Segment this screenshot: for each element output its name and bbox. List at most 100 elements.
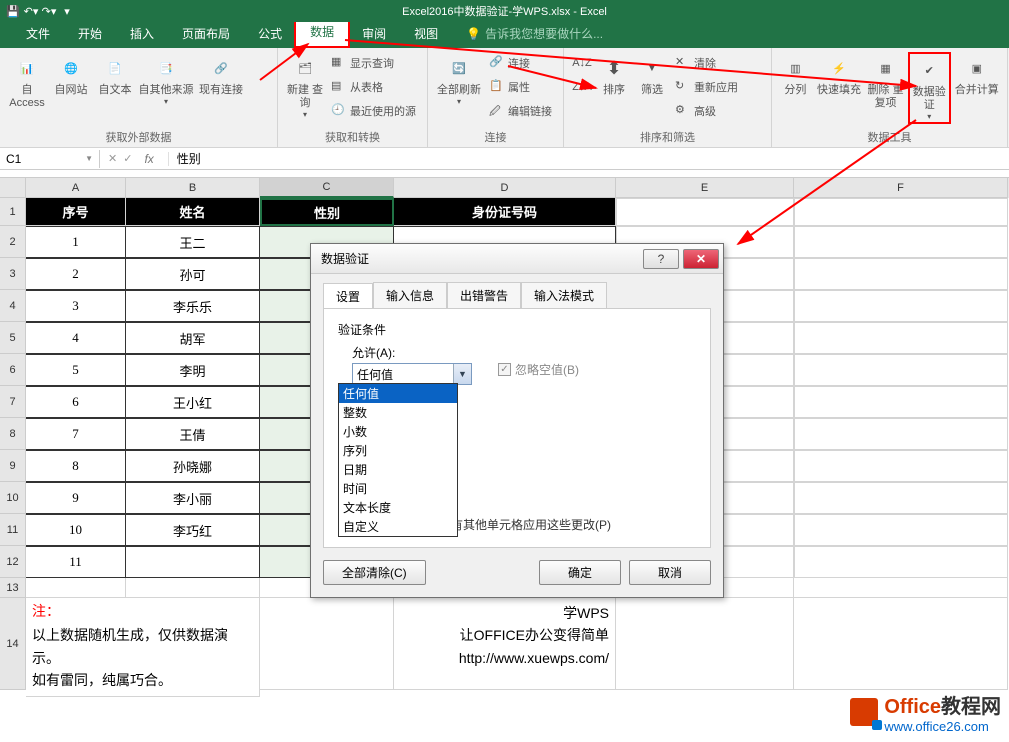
enter-formula-icon[interactable]: ✓ [123,152,132,165]
ignore-blank-checkbox[interactable]: ✓ 忽略空值(B) [498,361,579,378]
from-web-button[interactable]: 🌐自网站 [50,52,92,97]
row-header[interactable]: 11 [0,514,26,546]
cell[interactable]: 序号 [26,198,126,226]
save-icon[interactable]: 💾 [6,4,20,18]
cell[interactable] [260,598,394,690]
cell[interactable] [126,546,260,578]
edit-links-button[interactable]: 🖉编辑链接 [486,100,555,122]
dropdown-option[interactable]: 文本长度 [339,498,457,517]
cell[interactable]: 孙可 [126,258,260,290]
show-queries-button[interactable]: ▦显示查询 [328,52,419,74]
cell[interactable]: 胡军 [126,322,260,354]
row-header[interactable]: 9 [0,450,26,482]
cell[interactable]: 王小红 [126,386,260,418]
help-button[interactable]: ? [643,249,679,269]
allow-combobox[interactable]: 任何值 ▼ [352,363,472,385]
cell[interactable] [794,482,1008,514]
dropdown-option[interactable]: 日期 [339,460,457,479]
cell[interactable]: 4 [26,322,126,354]
qat-dropdown-icon[interactable]: ▾ [60,4,74,18]
cell[interactable] [794,578,1008,598]
recent-sources-button[interactable]: 🕘最近使用的源 [328,100,419,122]
row-header[interactable]: 3 [0,258,26,290]
row-header[interactable]: 10 [0,482,26,514]
cell[interactable]: 1 [26,226,126,258]
cell[interactable]: 身份证号码 [394,198,616,226]
cell[interactable]: 李乐乐 [126,290,260,322]
col-header[interactable]: E [616,178,794,198]
sort-za-button[interactable]: Z↓A [570,76,594,98]
cell[interactable] [794,386,1008,418]
tab-layout[interactable]: 页面布局 [168,19,244,48]
refresh-all-button[interactable]: 🔄全部刷新▾ [434,52,484,107]
close-button[interactable]: ✕ [683,249,719,269]
col-header[interactable]: D [394,178,616,198]
row-header[interactable]: 5 [0,322,26,354]
cell[interactable] [794,322,1008,354]
cell[interactable]: 王倩 [126,418,260,450]
cell[interactable]: 6 [26,386,126,418]
cell[interactable] [616,198,794,226]
row-header[interactable]: 14 [0,598,26,690]
tab-review[interactable]: 审阅 [348,19,400,48]
col-header[interactable]: F [794,178,1008,198]
row-header[interactable]: 7 [0,386,26,418]
cell[interactable]: 7 [26,418,126,450]
advanced-filter-button[interactable]: ⚙高级 [672,100,741,122]
tab-error-alert[interactable]: 出错警告 [447,282,521,308]
cell[interactable]: 李小丽 [126,482,260,514]
chevron-down-icon[interactable]: ▼ [453,364,471,384]
reapply-button[interactable]: ↻重新应用 [672,76,741,98]
dropdown-option[interactable]: 自定义 [339,517,457,536]
tab-formulas[interactable]: 公式 [244,19,296,48]
formula-input[interactable] [169,150,1009,168]
cell[interactable] [794,198,1008,226]
cell[interactable]: 9 [26,482,126,514]
row-header[interactable]: 1 [0,198,26,226]
undo-icon[interactable]: ↶▾ [24,4,38,18]
tab-insert[interactable]: 插入 [116,19,168,48]
sort-button[interactable]: ⬍排序 [596,52,632,97]
from-text-button[interactable]: 📄自文本 [94,52,136,97]
col-header[interactable]: A [26,178,126,198]
cancel-formula-icon[interactable]: ✕ [108,152,117,165]
row-header[interactable]: 4 [0,290,26,322]
filter-button[interactable]: ▼筛选 [634,52,670,97]
clear-all-button[interactable]: 全部清除(C) [323,560,426,585]
from-other-button[interactable]: 📑自其他来源▾ [138,52,194,107]
row-header[interactable]: 2 [0,226,26,258]
cell[interactable] [794,418,1008,450]
row-header[interactable]: 6 [0,354,26,386]
cell[interactable] [616,598,794,690]
data-validation-button[interactable]: ✔数据验 证▾ [908,52,951,124]
tell-me-search[interactable]: 💡告诉我您想要做什么... [452,19,617,48]
cell[interactable]: 学WPS 让OFFICE办公变得简单 http://www.xuewps.com… [394,598,616,690]
name-box[interactable]: C1▼ [0,150,100,168]
cell[interactable]: 11 [26,546,126,578]
cell[interactable]: 李明 [126,354,260,386]
from-table-button[interactable]: ▤从表格 [328,76,419,98]
cell[interactable] [794,546,1008,578]
text-to-columns-button[interactable]: ▥分列 [778,52,813,97]
cell[interactable] [794,290,1008,322]
cell[interactable] [794,450,1008,482]
cancel-button[interactable]: 取消 [629,560,711,585]
cell[interactable]: 2 [26,258,126,290]
chevron-down-icon[interactable]: ▼ [85,154,93,163]
cell[interactable] [794,514,1008,546]
cell[interactable]: 性别 [260,198,394,226]
dropdown-option[interactable]: 序列 [339,441,457,460]
cell[interactable]: 注： 以上数据随机生成，仅供数据演 示。 如有雷同，纯属巧合。 [26,598,260,697]
new-query-button[interactable]: 🗂新建 查询▾ [284,52,326,120]
cell[interactable]: 王二 [126,226,260,258]
existing-connections-button[interactable]: 🔗现有连接 [196,52,246,97]
row-header[interactable]: 13 [0,578,26,598]
select-all-corner[interactable] [0,178,26,198]
dropdown-option[interactable]: 时间 [339,479,457,498]
remove-duplicates-button[interactable]: ▦删除 重复项 [865,52,906,110]
tab-input-message[interactable]: 输入信息 [373,282,447,308]
properties-button[interactable]: 📋属性 [486,76,555,98]
row-header[interactable]: 12 [0,546,26,578]
tab-ime-mode[interactable]: 输入法模式 [521,282,607,308]
dropdown-option[interactable]: 任何值 [339,384,457,403]
